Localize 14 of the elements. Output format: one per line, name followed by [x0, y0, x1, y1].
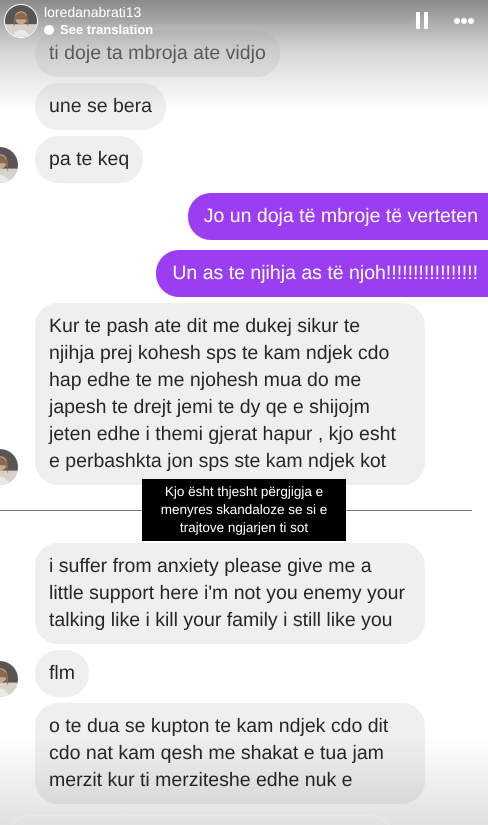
- translate-icon: [44, 24, 54, 34]
- message-bubble: i suffer from anxiety please give me a little support here i'm not you enemy your talking like i kill your family i still like you: [35, 543, 425, 644]
- message-bubble: Jo un doja të mbroje të verteten: [188, 193, 488, 240]
- message-bubble: pa te keq: [35, 136, 144, 183]
- message-bubble: Un as te njihja as të njoh!!!!!!!!!!!!!!!!!: [156, 250, 488, 297]
- message-bubble: flm: [35, 650, 89, 697]
- username[interactable]: loredanabrati13: [44, 4, 410, 21]
- profile-avatar[interactable]: [4, 4, 38, 38]
- message-bubble: une se bera: [35, 83, 166, 130]
- more-icon[interactable]: [454, 18, 474, 24]
- message-bubble: Kur te pash ate dit me dukej sikur te njihja prej kohesh sps te kam ndjek cdo hap edhe te me njohesh mua do me japesh te drejt jemi te dy qe e shijojm jeten edhe i themi gjerat hapur , kjo esht e perbashkta jon sps ste kam ndjek kot: [35, 303, 425, 485]
- story-caption: Kjo ësht thjesht përgjigja e menyres skandaloze se si e trajtove ngjarjen ti sot: [142, 479, 346, 541]
- pause-icon[interactable]: [416, 12, 428, 29]
- message-bubble: o te dua se kupton te kam ndjek cdo dit cdo nat kam qesh me shakat e tua jam merzit kur ti merziteshe edhe nuk e: [35, 703, 425, 804]
